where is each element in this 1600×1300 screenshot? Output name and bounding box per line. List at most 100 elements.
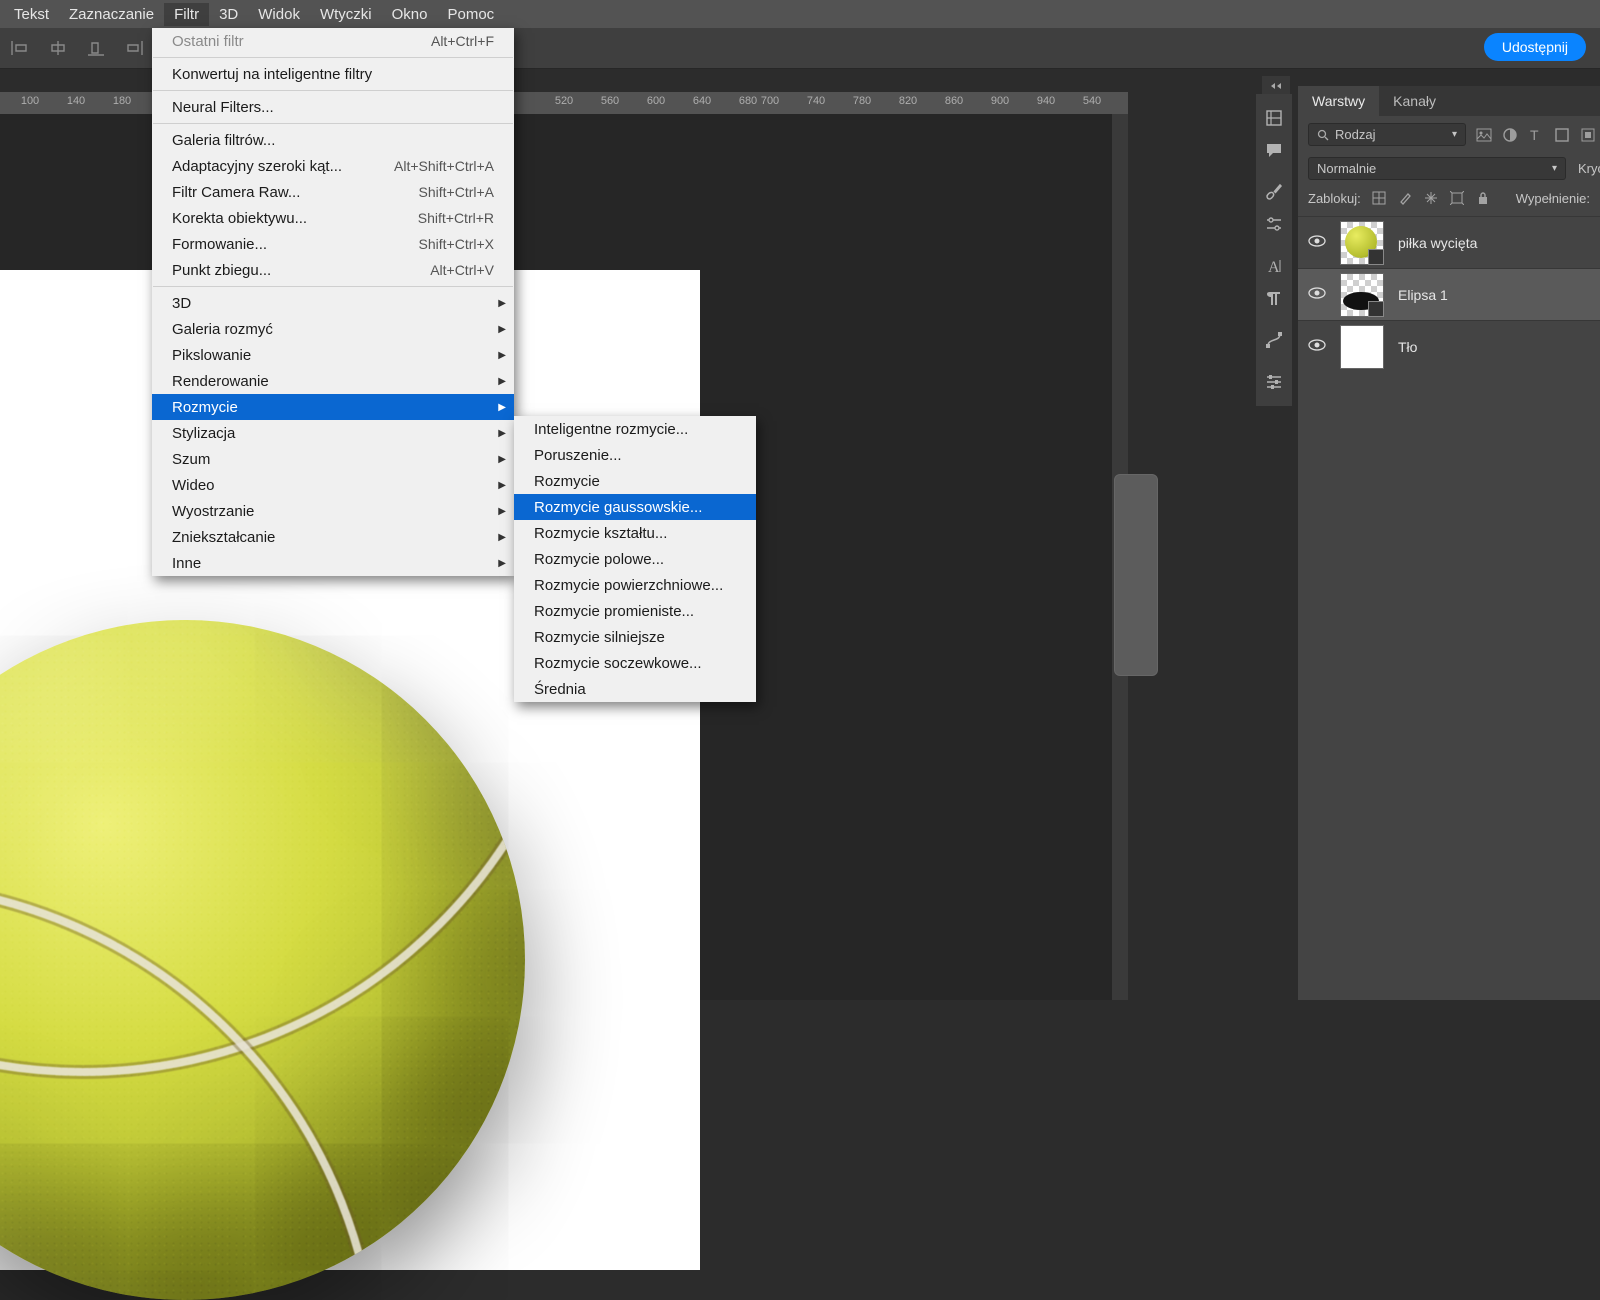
menu-widok[interactable]: Widok — [248, 3, 310, 26]
brush-settings-icon[interactable] — [1256, 176, 1292, 208]
menubar: TekstZaznaczanieFiltr3DWidokWtyczkiOknoP… — [0, 0, 1600, 28]
menu-item[interactable]: Pikslowanie — [152, 342, 514, 368]
submenu-item[interactable]: Rozmycie polowe... — [514, 546, 756, 572]
adjustments-icon[interactable] — [1256, 208, 1292, 240]
align-center-h-icon[interactable] — [46, 36, 70, 60]
align-bottom-icon[interactable] — [84, 36, 108, 60]
menu-zaznaczanie[interactable]: Zaznaczanie — [59, 3, 164, 26]
ruler-tick: 860 — [945, 95, 963, 107]
menu-item[interactable]: Renderowanie — [152, 368, 514, 394]
visibility-eye-icon[interactable] — [1308, 286, 1326, 304]
submenu-item[interactable]: Inteligentne rozmycie... — [514, 416, 756, 442]
layer-name: Elipsa 1 — [1398, 287, 1448, 303]
menu-shortcut: Alt+Ctrl+F — [431, 33, 494, 49]
filter-shape-icon[interactable] — [1554, 126, 1570, 144]
menu-item[interactable]: Punkt zbiegu...Alt+Ctrl+V — [152, 257, 514, 283]
menu-item[interactable]: Konwertuj na inteligentne filtry — [152, 61, 514, 87]
tennis-ball-image — [0, 620, 525, 1300]
menu-item[interactable]: Wideo — [152, 472, 514, 498]
panel-tab[interactable]: Warstwy — [1298, 86, 1379, 116]
menu-item-label: Pikslowanie — [172, 347, 494, 364]
menu-item[interactable]: Galeria rozmyć — [152, 316, 514, 342]
menu-tekst[interactable]: Tekst — [4, 3, 59, 26]
character-icon[interactable]: A — [1256, 250, 1292, 282]
menu-item[interactable]: Szum — [152, 446, 514, 472]
filter-adjust-icon[interactable] — [1502, 126, 1518, 144]
blend-mode-select[interactable]: Normalnie ▾ — [1308, 157, 1566, 180]
panel-tab[interactable]: Kanały — [1379, 86, 1450, 116]
menu-item-label: Inne — [172, 555, 494, 572]
menu-item-label: Stylizacja — [172, 425, 494, 442]
menu-item[interactable]: Wyostrzanie — [152, 498, 514, 524]
paragraph-icon[interactable] — [1256, 282, 1292, 314]
fill-label: Wypełnienie: — [1516, 191, 1590, 206]
visibility-eye-icon[interactable] — [1308, 234, 1326, 252]
menu-item[interactable]: Neural Filters... — [152, 94, 514, 120]
submenu-item-label: Średnia — [534, 681, 736, 698]
menu-item[interactable]: Adaptacyjny szeroki kąt...Alt+Shift+Ctrl… — [152, 153, 514, 179]
layers-list: piłka wycięta Elipsa 1 Tło — [1298, 216, 1600, 372]
menu-pomoc[interactable]: Pomoc — [437, 3, 504, 26]
filter-pixel-icon[interactable] — [1476, 126, 1492, 144]
menu-item[interactable]: Korekta obiektywu...Shift+Ctrl+R — [152, 205, 514, 231]
visibility-eye-icon[interactable] — [1308, 338, 1326, 356]
submenu-item[interactable]: Średnia — [514, 676, 756, 702]
align-right-icon[interactable] — [122, 36, 146, 60]
comment-icon[interactable] — [1256, 134, 1292, 166]
menu-item[interactable]: 3D — [152, 290, 514, 316]
lock-all-icon[interactable] — [1475, 190, 1491, 206]
lock-pixels-icon[interactable] — [1397, 190, 1413, 206]
menu-item[interactable]: Inne — [152, 550, 514, 576]
submenu-item[interactable]: Rozmycie powierzchniowe... — [514, 572, 756, 598]
paths-icon[interactable] — [1256, 324, 1292, 356]
filter-type-icon[interactable]: T — [1528, 126, 1544, 144]
submenu-item-label: Inteligentne rozmycie... — [534, 421, 736, 438]
menu-item-label: Rozmycie — [172, 399, 494, 416]
menu-shortcut: Alt+Shift+Ctrl+A — [394, 158, 494, 174]
scrollbar-vertical[interactable] — [1112, 114, 1128, 1000]
menu-item[interactable]: Rozmycie — [152, 394, 514, 420]
filter-smart-icon[interactable] — [1580, 126, 1596, 144]
menu-item[interactable]: Zniekształcanie — [152, 524, 514, 550]
submenu-item-label: Rozmycie powierzchniowe... — [534, 577, 736, 594]
submenu-item[interactable]: Rozmycie kształtu... — [514, 520, 756, 546]
properties-icon[interactable] — [1256, 102, 1292, 134]
menu-item[interactable]: Galeria filtrów... — [152, 127, 514, 153]
menu-item[interactable]: Ostatni filtrAlt+Ctrl+F — [152, 28, 514, 54]
panel-collapse-icon[interactable] — [1262, 76, 1290, 96]
layer-filter-kind[interactable]: Rodzaj ▾ — [1308, 123, 1466, 146]
menu-okno[interactable]: Okno — [382, 3, 438, 26]
submenu-item[interactable]: Rozmycie promieniste... — [514, 598, 756, 624]
layer-name: Tło — [1398, 339, 1417, 355]
lock-position-icon[interactable] — [1423, 190, 1439, 206]
layer-row[interactable]: Tło — [1298, 320, 1600, 372]
opacity-label: Krycie: — [1578, 161, 1600, 176]
submenu-item[interactable]: Rozmycie — [514, 468, 756, 494]
layer-name: piłka wycięta — [1398, 235, 1477, 251]
menu-filtr[interactable]: Filtr — [164, 3, 209, 26]
submenu-item[interactable]: Rozmycie gaussowskie... — [514, 494, 756, 520]
ruler-tick: 600 — [647, 95, 665, 107]
submenu-item[interactable]: Rozmycie silniejsze — [514, 624, 756, 650]
ruler-tick: 100 — [21, 95, 39, 107]
sliders-icon[interactable] — [1256, 366, 1292, 398]
layer-row[interactable]: piłka wycięta — [1298, 216, 1600, 268]
ruler-tick: 640 — [693, 95, 711, 107]
submenu-item[interactable]: Rozmycie soczewkowe... — [514, 650, 756, 676]
layer-row[interactable]: Elipsa 1 — [1298, 268, 1600, 320]
submenu-item-label: Rozmycie kształtu... — [534, 525, 736, 542]
layers-panel: WarstwyKanały Rodzaj ▾ T Normalnie ▾ Kry… — [1298, 86, 1600, 1000]
menu-3d[interactable]: 3D — [209, 3, 248, 26]
lock-artboard-icon[interactable] — [1449, 190, 1465, 206]
lock-transparency-icon[interactable] — [1371, 190, 1387, 206]
menu-item[interactable]: Formowanie...Shift+Ctrl+X — [152, 231, 514, 257]
ruler-tick: 740 — [807, 95, 825, 107]
menu-item-label: Neural Filters... — [172, 99, 494, 116]
scrollbar-thumb[interactable] — [1114, 474, 1158, 676]
menu-item[interactable]: Stylizacja — [152, 420, 514, 446]
align-left-icon[interactable] — [8, 36, 32, 60]
submenu-item[interactable]: Poruszenie... — [514, 442, 756, 468]
menu-wtyczki[interactable]: Wtyczki — [310, 3, 382, 26]
menu-item[interactable]: Filtr Camera Raw...Shift+Ctrl+A — [152, 179, 514, 205]
share-button[interactable]: Udostępnij — [1484, 33, 1586, 61]
